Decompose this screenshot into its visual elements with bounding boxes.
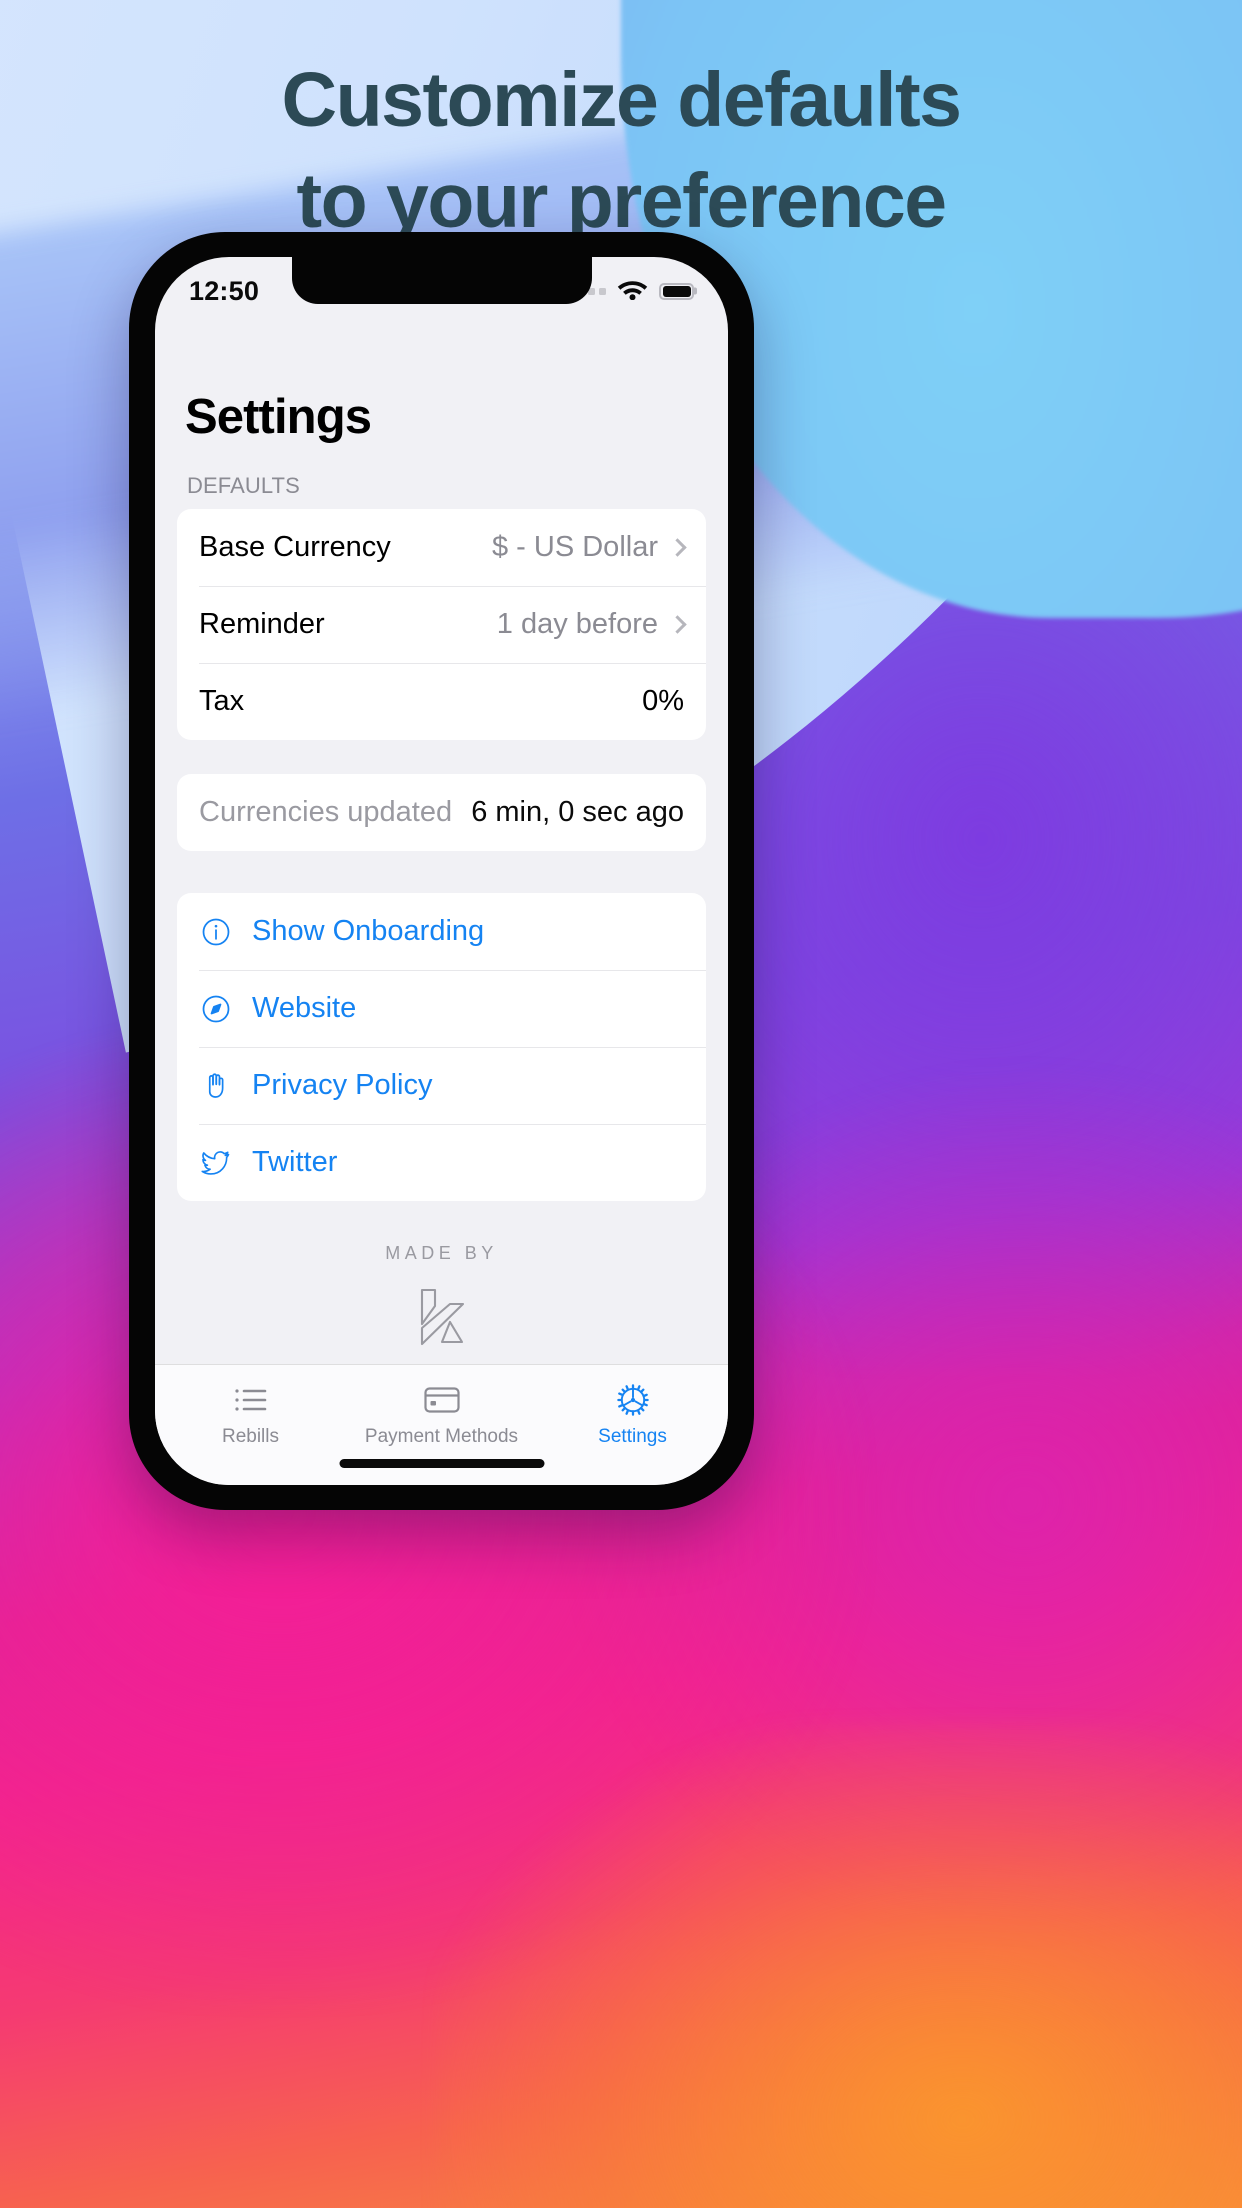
tab-settings[interactable]: Settings xyxy=(537,1377,728,1485)
row-tax[interactable]: Tax 0% xyxy=(177,663,706,740)
row-value: 6 min, 0 sec ago xyxy=(471,796,684,828)
studio-monogram-logo xyxy=(177,1286,706,1348)
hand-raised-icon xyxy=(199,1071,233,1101)
made-by-label: MADE BY xyxy=(385,1243,498,1263)
section-label-defaults: DEFAULTS xyxy=(187,473,300,498)
tab-label: Rebills xyxy=(221,1426,280,1447)
row-currencies-updated: Currencies updated 6 min, 0 sec ago xyxy=(177,774,706,851)
headline-line-1: Customize defaults xyxy=(281,57,962,143)
link-label: Website xyxy=(252,992,357,1024)
link-row-show-onboarding[interactable]: Show Onboarding xyxy=(177,893,706,970)
currencies-updated-card: Currencies updated 6 min, 0 sec ago xyxy=(177,774,706,851)
tab-payment-methods[interactable]: Payment Methods xyxy=(346,1377,537,1485)
tab-label: Settings xyxy=(598,1426,667,1447)
battery-icon xyxy=(659,282,694,300)
chevron-right-icon xyxy=(668,538,687,557)
link-row-privacy-policy[interactable]: Privacy Policy xyxy=(177,1047,706,1124)
list-bullet-icon xyxy=(234,1383,268,1417)
link-row-website[interactable]: Website xyxy=(177,970,706,1047)
row-label: Currencies updated xyxy=(199,796,453,828)
chevron-right-icon xyxy=(668,615,687,634)
page-title: Settings xyxy=(185,390,372,444)
phone-mockup: 12:50 Settings DEFAULTS Base Currency $ … xyxy=(129,232,754,1510)
links-card: Show Onboarding Website Privacy Policy T… xyxy=(177,893,706,1201)
compass-icon xyxy=(199,994,233,1024)
row-value: 1 day before xyxy=(496,608,658,640)
credit-card-icon xyxy=(423,1383,460,1417)
background-glow-orange xyxy=(434,1722,1242,2208)
phone-screen: 12:50 Settings DEFAULTS Base Currency $ … xyxy=(155,257,728,1485)
row-reminder[interactable]: Reminder 1 day before xyxy=(177,586,706,663)
tab-rebills[interactable]: Rebills xyxy=(155,1377,346,1485)
tab-label: Payment Methods xyxy=(364,1426,519,1447)
info-circle-icon xyxy=(199,917,233,947)
promo-headline: Customize defaults to your preference xyxy=(0,62,1242,240)
link-label: Show Onboarding xyxy=(252,915,485,947)
row-value: 0% xyxy=(642,685,684,717)
link-label: Privacy Policy xyxy=(252,1069,433,1101)
row-value: $ - US Dollar xyxy=(492,531,658,563)
row-base-currency[interactable]: Base Currency $ - US Dollar xyxy=(177,509,706,586)
link-row-twitter[interactable]: Twitter xyxy=(177,1124,706,1201)
settings-content: Settings DEFAULTS Base Currency $ - US D… xyxy=(155,317,728,1364)
row-label: Reminder xyxy=(199,608,325,640)
row-label: Base Currency xyxy=(199,531,391,563)
home-indicator[interactable] xyxy=(339,1459,544,1468)
made-by-block: MADE BY xyxy=(177,1243,706,1348)
status-clock: 12:50 xyxy=(189,275,260,306)
row-label: Tax xyxy=(199,685,245,717)
headline-line-2: to your preference xyxy=(296,158,947,244)
link-label: Twitter xyxy=(252,1146,338,1178)
defaults-card: Base Currency $ - US Dollar Reminder 1 d… xyxy=(177,509,706,740)
wifi-icon xyxy=(617,277,648,305)
phone-notch xyxy=(291,257,592,304)
gear-icon xyxy=(616,1383,650,1417)
twitter-bird-icon xyxy=(199,1148,233,1178)
